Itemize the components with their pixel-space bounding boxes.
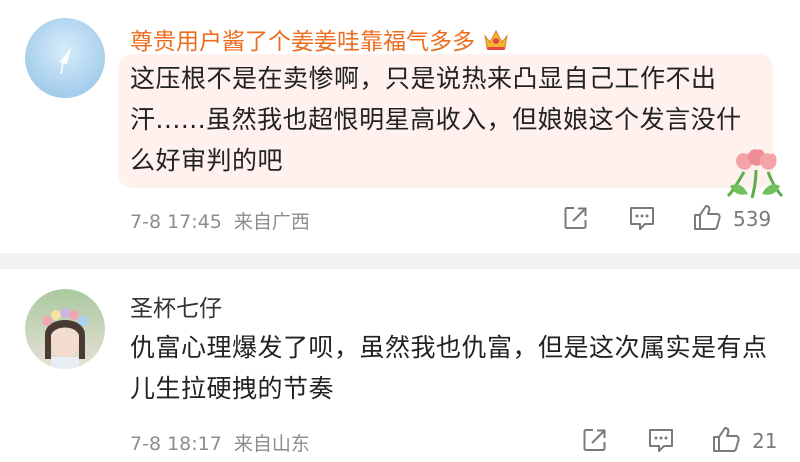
thumbs-up-icon bbox=[694, 205, 721, 230]
avatar[interactable] bbox=[25, 289, 105, 369]
like-count: 539 bbox=[733, 207, 772, 231]
share-button[interactable] bbox=[582, 427, 608, 453]
timestamp: 7-8 18:17 bbox=[130, 433, 222, 455]
share-icon bbox=[583, 429, 606, 451]
thumbs-up-icon bbox=[713, 427, 740, 452]
location: 来自广西 bbox=[233, 211, 310, 233]
comment-item: 圣杯七仔 仇富心理爆发了呗，虽然我也仇富，但是这次属实是有点儿生拉硬拽的节奏 7… bbox=[0, 269, 800, 462]
comment-meta: 7-8 17:45 来自广西 bbox=[130, 207, 310, 234]
comment-meta: 7-8 18:17 来自山东 bbox=[130, 429, 310, 456]
share-icon bbox=[564, 207, 587, 229]
comment-item: 尊贵用户酱了个姜姜哇靠福气多多 这压根不是在卖惨啊，只是说热来凸显自己工作不出汗… bbox=[0, 0, 800, 253]
location: 来自山东 bbox=[233, 433, 310, 455]
reply-button[interactable] bbox=[628, 205, 656, 231]
tulip-decoration-icon bbox=[724, 146, 786, 204]
comment-icon bbox=[630, 207, 654, 230]
like-count: 21 bbox=[752, 429, 778, 453]
comment-text: 仇富心理爆发了呗，虽然我也仇富，但是这次属实是有点儿生拉硬拽的节奏 bbox=[130, 333, 768, 403]
comment-text: 这压根不是在卖惨啊，只是说热来凸显自己工作不出汗......虽然我也超恨明星高收… bbox=[130, 64, 742, 175]
share-button[interactable] bbox=[563, 205, 589, 231]
username[interactable]: 尊贵用户酱了个姜姜哇靠福气多多 bbox=[130, 22, 509, 58]
like-button[interactable] bbox=[711, 425, 741, 453]
timestamp: 7-8 17:45 bbox=[130, 211, 222, 233]
username[interactable]: 圣杯七仔 bbox=[130, 289, 222, 323]
comment-icon bbox=[649, 429, 673, 452]
reply-button[interactable] bbox=[647, 427, 675, 453]
comment-divider bbox=[0, 253, 800, 269]
like-button[interactable] bbox=[692, 203, 722, 231]
avatar[interactable] bbox=[25, 18, 105, 98]
